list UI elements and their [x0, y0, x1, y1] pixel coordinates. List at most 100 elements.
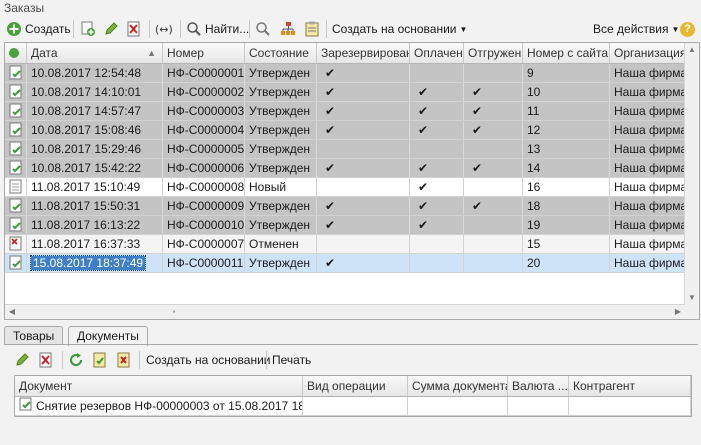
- currency-cell: [508, 397, 569, 415]
- orders-table[interactable]: Дата ▲ Номер Состояние Зарезервирован Опл…: [4, 42, 700, 320]
- tab-documents[interactable]: Документы: [68, 326, 148, 346]
- shipped-cell: [464, 235, 523, 253]
- scroll-thumb-icon[interactable]: ▪: [167, 305, 181, 319]
- reserved-cell: ✔: [317, 102, 410, 120]
- column-header-operation[interactable]: Вид операции: [303, 376, 408, 396]
- scroll-down-icon[interactable]: ▼: [685, 291, 699, 305]
- table-row[interactable]: Снятие резервов НФ-00000003 от 15.08.201…: [15, 397, 691, 416]
- number-cell: НФ-С0000006: [163, 159, 245, 177]
- column-header-label: Контрагент: [573, 379, 636, 393]
- create-button[interactable]: Создать: [6, 19, 71, 39]
- column-header-reserved[interactable]: Зарезервирован: [317, 43, 410, 63]
- paid-cell: [410, 235, 464, 253]
- refresh-button[interactable]: [68, 350, 84, 370]
- reserved-cell: ✔: [317, 159, 410, 177]
- column-header-number[interactable]: Номер: [163, 43, 245, 63]
- toolbar-separator: [73, 20, 74, 38]
- table-row[interactable]: 10.08.2017 14:10:01 НФ-С0000002 Утвержден ✔…: [5, 83, 685, 102]
- find-button[interactable]: Найти...: [186, 19, 249, 39]
- related-documents-table[interactable]: Документ Вид операции Сумма документа Ва…: [14, 375, 692, 417]
- number-cell: НФ-С0000004: [163, 121, 245, 139]
- paid-cell: [410, 254, 464, 272]
- create-based-on-button[interactable]: Создать на основании ▼: [332, 19, 467, 39]
- posted-doc-icon: [5, 121, 27, 139]
- state-cell: Утвержден: [245, 83, 317, 101]
- unpost-document-button[interactable]: [116, 350, 132, 370]
- reserved-cell: ✔: [317, 197, 410, 215]
- column-header-label: Состояние: [249, 46, 309, 60]
- find-button-label: Найти...: [205, 22, 250, 36]
- table-row[interactable]: 15.08.2017 18:37:49 НФ-С0000011 Утвержден ✔…: [5, 254, 685, 273]
- status-column-header[interactable]: [5, 43, 27, 63]
- column-header-label: Валюта ...: [512, 379, 568, 393]
- column-header-paid[interactable]: Оплачен: [410, 43, 464, 63]
- edit-button[interactable]: [103, 19, 119, 39]
- site-number-cell: 19: [523, 216, 610, 234]
- shipped-cell: ✔: [464, 197, 523, 215]
- column-header-state[interactable]: Состояние: [245, 43, 317, 63]
- delete-document-button[interactable]: [38, 350, 54, 370]
- scroll-right-icon[interactable]: ▶: [671, 305, 685, 319]
- vertical-scrollbar[interactable]: ▲ ▼: [684, 43, 699, 319]
- all-actions-button[interactable]: Все действия ▼: [593, 19, 679, 39]
- table-row[interactable]: 10.08.2017 14:57:47 НФ-С0000003 Утвержден ✔…: [5, 102, 685, 121]
- table-row[interactable]: 11.08.2017 16:13:22 НФ-С0000010 Утвержден ✔…: [5, 216, 685, 235]
- table-row[interactable]: 10.08.2017 15:29:46 НФ-С0000005 Утвержден 1…: [5, 140, 685, 159]
- column-header-shipped[interactable]: Отгружен: [464, 43, 523, 63]
- state-cell: Утвержден: [245, 197, 317, 215]
- column-header-organization[interactable]: Организация: [610, 43, 685, 63]
- column-header-label: Отгружен: [468, 46, 522, 60]
- report-button[interactable]: [304, 19, 320, 39]
- cancel-search-button[interactable]: [255, 19, 271, 39]
- scroll-up-icon[interactable]: ▲: [685, 43, 699, 57]
- deleted-doc-icon: [5, 235, 27, 253]
- horizontal-scrollbar[interactable]: ◀ ▪ ▶: [5, 304, 685, 319]
- copy-button[interactable]: [80, 19, 96, 39]
- column-header-sum[interactable]: Сумма документа: [408, 376, 508, 396]
- table-row[interactable]: 11.08.2017 16:37:33 НФ-С0000007 Отменен 15 Н…: [5, 235, 685, 254]
- search-cancel-icon: [255, 21, 271, 37]
- window-title: Заказы: [4, 1, 45, 15]
- column-header-date[interactable]: Дата ▲: [27, 43, 163, 63]
- table-row[interactable]: 10.08.2017 12:54:48 НФ-С0000001 Утвержден ✔…: [5, 64, 685, 83]
- column-header-document[interactable]: Документ: [15, 376, 303, 396]
- table-row[interactable]: 11.08.2017 15:10:49 НФ-С0000008 Новый ✔ 16 На…: [5, 178, 685, 197]
- tab-goods[interactable]: Товары: [4, 326, 64, 345]
- site-number-cell: 12: [523, 121, 610, 139]
- organization-cell: Наша фирма: [610, 159, 685, 177]
- paid-cell: ✔: [410, 197, 464, 215]
- edit-document-button[interactable]: [14, 350, 30, 370]
- document-cell: Снятие резервов НФ-00000003 от 15.08.201…: [15, 397, 303, 415]
- paid-cell: [410, 64, 464, 82]
- column-header-label: Номер: [167, 46, 204, 60]
- table-row[interactable]: 11.08.2017 15:50:31 НФ-С0000009 Утвержден ✔…: [5, 197, 685, 216]
- toolbar-separator: [149, 20, 150, 38]
- doc-post-icon: [92, 352, 108, 368]
- post-document-button[interactable]: [92, 350, 108, 370]
- clipboard-icon: [304, 21, 320, 37]
- selected-date-text: 15.08.2017 18:37:49: [29, 255, 147, 271]
- reserved-cell: ✔: [317, 64, 410, 82]
- post-toggle-button[interactable]: (↔): [155, 19, 173, 39]
- posted-doc-icon: [5, 197, 27, 215]
- table-row[interactable]: 10.08.2017 15:08:46 НФ-С0000004 Утвержден ✔…: [5, 121, 685, 140]
- date-cell: 11.08.2017 15:50:31: [27, 197, 163, 215]
- print-button[interactable]: Печать: [272, 350, 311, 370]
- scroll-left-icon[interactable]: ◀: [5, 305, 19, 319]
- organization-cell: Наша фирма: [610, 140, 685, 158]
- structure-button[interactable]: [280, 19, 296, 39]
- column-header-site-number[interactable]: Номер с сайта: [523, 43, 610, 63]
- paid-cell: [410, 140, 464, 158]
- shipped-cell: ✔: [464, 159, 523, 177]
- column-header-currency[interactable]: Валюта ...: [508, 376, 569, 396]
- create-based-on-button-docs[interactable]: Создать на основании: [146, 350, 271, 370]
- column-header-counterparty[interactable]: Контрагент: [569, 376, 691, 396]
- state-cell: Утвержден: [245, 64, 317, 82]
- delete-button[interactable]: [126, 19, 142, 39]
- toolbar-separator: [139, 351, 140, 369]
- table-row[interactable]: 10.08.2017 15:42:22 НФ-С0000006 Утвержден ✔…: [5, 159, 685, 178]
- column-header-label: Организация: [614, 46, 685, 60]
- site-number-cell: 14: [523, 159, 610, 177]
- state-cell: Утвержден: [245, 159, 317, 177]
- help-button[interactable]: ?: [680, 19, 695, 39]
